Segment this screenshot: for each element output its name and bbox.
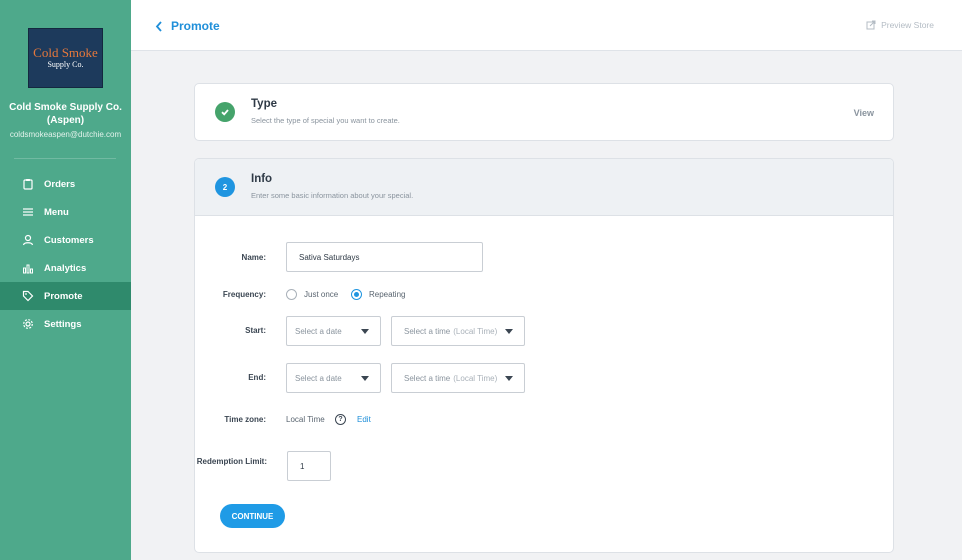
- sidebar-divider: [14, 158, 116, 159]
- date-placeholder: Select a date: [295, 373, 342, 383]
- help-icon[interactable]: ?: [335, 414, 346, 425]
- end-time-select[interactable]: Select a time (Local Time): [391, 363, 525, 393]
- tag-icon: [22, 290, 34, 302]
- redemption-limit-input[interactable]: 1: [287, 451, 331, 481]
- name-input[interactable]: Sativa Saturdays: [286, 242, 483, 272]
- timezone-value: Local Time: [286, 415, 325, 424]
- store-logo[interactable]: Cold Smoke Supply Co.: [28, 28, 103, 88]
- view-link[interactable]: View: [854, 108, 874, 118]
- step-info-header: 2 Info Enter some basic information abou…: [195, 159, 893, 216]
- chevron-left-icon: [155, 20, 162, 32]
- sidebar-item-label: Customers: [44, 234, 94, 246]
- preview-label: Preview Store: [881, 20, 934, 30]
- caret-down-icon: [361, 329, 369, 334]
- sidebar-item-promote[interactable]: Promote: [0, 282, 131, 310]
- step-subtitle: Select the type of special you want to c…: [251, 116, 400, 125]
- logo-line1: Cold Smoke: [33, 45, 98, 60]
- sidebar: Cold Smoke Supply Co. Cold Smoke Supply …: [0, 0, 131, 560]
- date-placeholder: Select a date: [295, 326, 342, 336]
- user-icon: [22, 234, 34, 246]
- sidebar-item-label: Menu: [44, 206, 69, 218]
- check-icon: [215, 102, 235, 122]
- sidebar-nav: Orders Menu Customers Analytics Promote: [0, 170, 131, 338]
- timezone-label: Time zone:: [224, 415, 266, 424]
- time-placeholder: Select a time: [404, 326, 451, 336]
- redemption-limit-value: 1: [300, 461, 305, 471]
- sidebar-item-label: Settings: [44, 318, 82, 330]
- local-time-suffix: (Local Time): [453, 373, 498, 383]
- radio-label: Repeating: [369, 290, 406, 299]
- caret-down-icon: [505, 329, 513, 334]
- menu-icon: [22, 206, 34, 218]
- clipboard-icon: [22, 178, 34, 190]
- name-value: Sativa Saturdays: [299, 252, 360, 262]
- step-number-badge: 2: [215, 177, 235, 197]
- timezone-edit-link[interactable]: Edit: [357, 415, 371, 424]
- store-email: coldsmokeaspen@dutchie.com: [9, 130, 122, 139]
- sidebar-item-customers[interactable]: Customers: [0, 226, 131, 254]
- end-label: End:: [248, 373, 266, 382]
- frequency-just-once-radio[interactable]: Just once: [286, 289, 338, 300]
- logo-line2: Supply Co.: [47, 60, 84, 69]
- step-title: Type: [251, 98, 277, 110]
- step-title: Info: [251, 173, 273, 185]
- start-label: Start:: [245, 326, 266, 335]
- sidebar-item-menu[interactable]: Menu: [0, 198, 131, 226]
- sidebar-item-label: Orders: [44, 178, 76, 190]
- sidebar-item-settings[interactable]: Settings: [0, 310, 131, 338]
- time-placeholder: Select a time: [404, 373, 451, 383]
- sidebar-item-orders[interactable]: Orders: [0, 170, 131, 198]
- continue-button[interactable]: CONTINUE: [220, 504, 285, 528]
- store-name: Cold Smoke Supply Co. (Aspen): [9, 102, 122, 126]
- redemption-limit-label: Redemption Limit:: [196, 457, 267, 466]
- radio-circle-selected: [351, 289, 362, 300]
- top-bar: Promote Preview Store: [131, 0, 962, 51]
- start-date-select[interactable]: Select a date: [286, 316, 381, 346]
- back-link[interactable]: Promote: [155, 19, 220, 33]
- sidebar-item-label: Analytics: [44, 262, 87, 274]
- radio-label: Just once: [304, 290, 339, 299]
- start-time-select[interactable]: Select a time (Local Time): [391, 316, 525, 346]
- back-label: Promote: [171, 19, 220, 33]
- bar-chart-icon: [22, 262, 34, 274]
- step-type-card: Type Select the type of special you want…: [194, 83, 894, 141]
- radio-circle: [286, 289, 297, 300]
- caret-down-icon: [505, 376, 513, 381]
- gear-icon: [22, 318, 34, 330]
- frequency-repeating-radio[interactable]: Repeating: [351, 289, 405, 300]
- preview-store-link[interactable]: Preview Store: [866, 20, 934, 30]
- frequency-label: Frequency:: [222, 290, 266, 299]
- name-label: Name:: [241, 253, 266, 262]
- step-subtitle: Enter some basic information about your …: [251, 191, 414, 200]
- local-time-suffix: (Local Time): [453, 326, 498, 336]
- end-date-select[interactable]: Select a date: [286, 363, 381, 393]
- sidebar-item-analytics[interactable]: Analytics: [0, 254, 131, 282]
- sidebar-item-label: Promote: [44, 290, 83, 302]
- step-info-card: 2 Info Enter some basic information abou…: [194, 158, 894, 553]
- caret-down-icon: [361, 376, 369, 381]
- external-link-icon: [866, 20, 876, 30]
